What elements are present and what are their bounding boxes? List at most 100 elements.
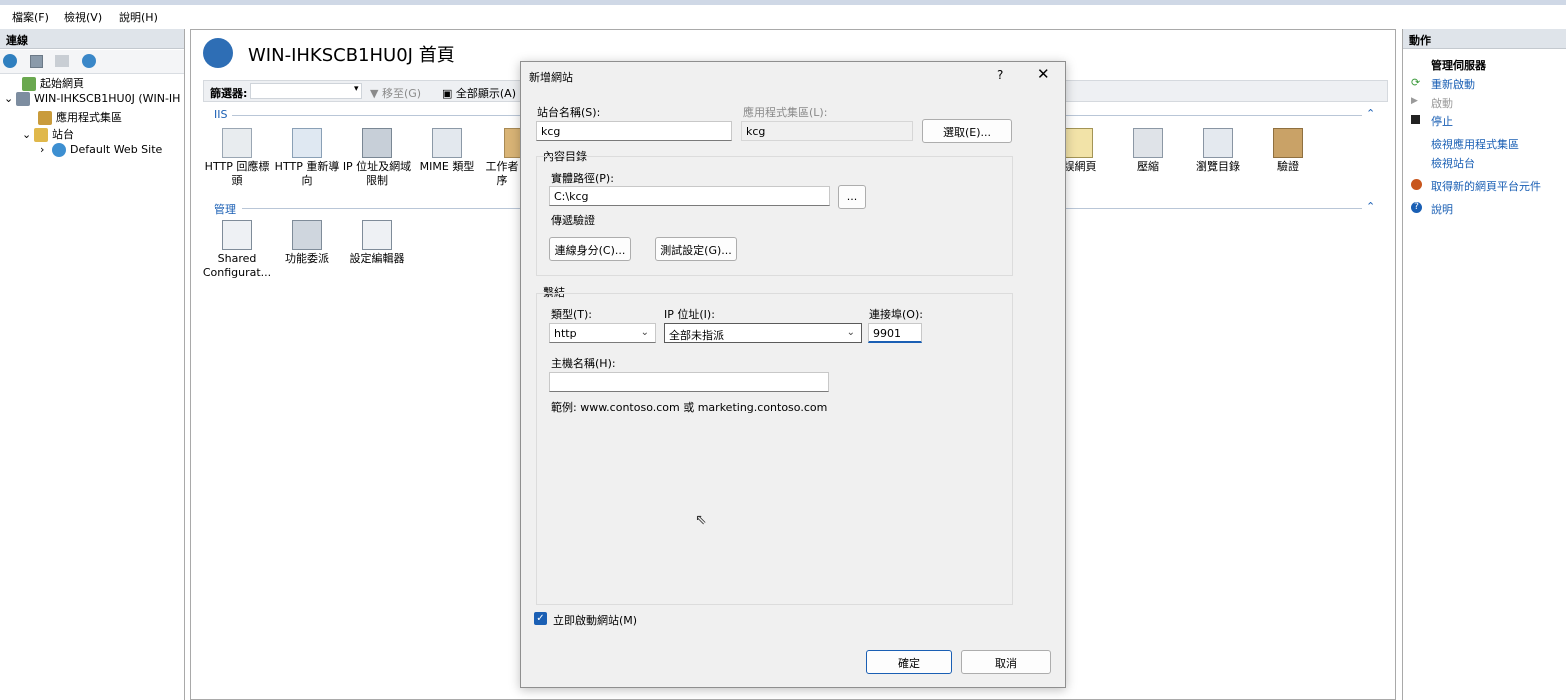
select-app-pool-button[interactable]: 選取(E)... [922,119,1012,143]
feature-delegation-icon[interactable] [292,220,322,250]
feature-ip-restriction[interactable]: IP 位址及網域限制 [342,160,412,188]
tree-server-label: WIN-IHKSCB1HU0J (WIN-IH [34,92,181,105]
start-immediately-checkbox[interactable]: ✓ [534,612,547,625]
connections-toolbar [0,50,184,74]
ip-address-select[interactable]: 全部未指派 ⌄ [664,323,862,343]
site-name-input[interactable]: kcg [536,121,732,141]
chevron-down-icon: ⌄ [640,327,649,338]
type-label: 類型(T): [551,308,593,321]
feature-worker-process[interactable]: 工作者序 [482,160,522,188]
section-iis: IIS [214,108,228,121]
globe-icon [52,143,66,157]
mime-types-icon[interactable] [432,128,462,158]
app-pool-label: 應用程式集區(L): [743,106,828,119]
physical-path-label: 實體路徑(P): [551,172,614,185]
dialog-titlebar: 新增網站 ? ✕ [521,62,1065,90]
connections-pane: 連線 起始網頁 ⌄ WIN-IHKSCB1HU0J (WIN-IH 應用程式集區 … [0,29,185,700]
web-platform-icon [1411,179,1422,190]
test-settings-button[interactable]: 測試設定(G)... [655,237,737,261]
configuration-editor-icon[interactable] [362,220,392,250]
error-pages-icon[interactable] [1063,128,1093,158]
action-restart[interactable]: 重新啟動 [1431,76,1475,92]
action-view-app-pools[interactable]: 檢視應用程式集區 [1431,136,1519,152]
filter-dropdown-icon[interactable]: ▾ [354,84,359,94]
save-icon[interactable] [30,55,43,68]
connect-as-button[interactable]: 連線身分(C)... [549,237,631,261]
actions-pane: 動作 管理伺服器 ⟳ 重新啟動 ▶ 啟動 停止 檢視應用程式集區 檢視站台 取得… [1402,29,1566,700]
feature-configuration-editor[interactable]: 設定編輯器 [342,252,412,266]
action-start[interactable]: 啟動 [1431,95,1453,111]
filter-label: 篩選器: [210,87,248,100]
tree-sites[interactable]: ⌄ 站台 [22,126,74,142]
goto-button[interactable]: ▼ 移至(G) [370,85,421,101]
section-manage: 管理 [214,203,236,216]
filter-input[interactable] [250,83,362,99]
physical-path-input[interactable]: C:\kcg [549,186,830,206]
action-get-components[interactable]: 取得新的網頁平台元件 [1431,178,1541,194]
connect-globe-icon[interactable] [3,54,17,68]
menu-view[interactable]: 檢視(V) [64,9,102,25]
ok-button[interactable]: 確定 [866,650,952,674]
browse-path-button[interactable]: ... [838,185,866,209]
tree-start-page[interactable]: 起始網頁 [22,75,84,91]
server-home-icon [203,38,233,68]
ip-restriction-icon[interactable] [362,128,392,158]
hostname-label: 主機名稱(H): [551,357,616,370]
hostname-input[interactable] [549,372,829,392]
sites-folder-icon [34,128,48,142]
tree-app-pools[interactable]: 應用程式集區 [38,109,122,125]
stop-icon [1411,115,1420,124]
action-help[interactable]: 說明 [1431,201,1453,217]
feature-http-response-headers[interactable]: HTTP 回應標頭 [202,160,272,188]
directory-browsing-icon[interactable] [1203,128,1233,158]
feature-directory-browsing[interactable]: 瀏覽目錄 [1183,160,1253,174]
start-immediately-label: 立即啟動網站(M) [553,614,638,627]
connections-title: 連線 [0,29,184,49]
tree-default-site-label: Default Web Site [70,143,163,156]
tree-sites-label: 站台 [52,128,74,141]
ip-address-label: IP 位址(I): [664,308,715,321]
menu-help[interactable]: 說明(H) [119,9,158,25]
ip-address-select-value: 全部未指派 [669,329,724,342]
compression-icon[interactable] [1133,128,1163,158]
feature-shared-configuration[interactable]: Shared Configurat... [202,252,272,280]
actions-title: 動作 [1403,29,1566,49]
action-stop[interactable]: 停止 [1431,113,1453,129]
type-select-value: http [554,327,577,340]
manage-server-heading: 管理伺服器 [1431,59,1486,72]
add-website-dialog: 新增網站 ? ✕ 站台名稱(S): kcg 應用程式集區(L): kcg 選取(… [520,61,1066,688]
port-input[interactable]: 9901 [868,323,922,343]
disconnect-icon[interactable] [82,54,96,68]
collapse-manage-icon[interactable]: ⌃ [1366,200,1375,213]
cancel-button[interactable]: 取消 [961,650,1051,674]
help-icon: ? [1411,202,1422,213]
http-redirect-icon[interactable] [292,128,322,158]
feature-delegation[interactable]: 功能委派 [272,252,342,266]
up-folder-icon[interactable] [55,55,69,67]
tree-default-site[interactable]: › Default Web Site [40,143,162,157]
shared-configuration-icon[interactable] [222,220,252,250]
close-icon[interactable]: ✕ [1037,65,1050,83]
dialog-help-button[interactable]: ? [997,68,1003,82]
expand-chevron-icon[interactable]: ⌄ [4,92,16,105]
feature-http-redirect[interactable]: HTTP 重新導向 [272,160,342,188]
menu-file[interactable]: 檔案(F) [12,9,49,25]
hostname-example: 範例: www.contoso.com 或 marketing.contoso.… [551,401,828,414]
collapse-chevron-icon[interactable]: › [40,143,52,156]
tree-start-page-label: 起始網頁 [40,77,84,90]
collapse-iis-icon[interactable]: ⌃ [1366,107,1375,120]
feature-compression[interactable]: 壓縮 [1113,160,1183,174]
http-response-headers-icon[interactable] [222,128,252,158]
app-pool-icon [38,111,52,125]
feature-mime-types[interactable]: MIME 類型 [412,160,482,174]
action-view-sites[interactable]: 檢視站台 [1431,155,1475,171]
type-select[interactable]: http ⌄ [549,323,656,343]
authentication-icon[interactable] [1273,128,1303,158]
show-all-button[interactable]: ▣ 全部顯示(A) [442,85,516,101]
site-name-label: 站台名稱(S): [537,106,601,119]
dialog-title: 新增網站 [529,71,573,84]
expand-chevron-icon[interactable]: ⌄ [22,128,34,141]
server-icon [16,92,30,106]
tree-server[interactable]: ⌄ WIN-IHKSCB1HU0J (WIN-IH [4,92,180,106]
feature-authentication[interactable]: 驗證 [1253,160,1323,174]
